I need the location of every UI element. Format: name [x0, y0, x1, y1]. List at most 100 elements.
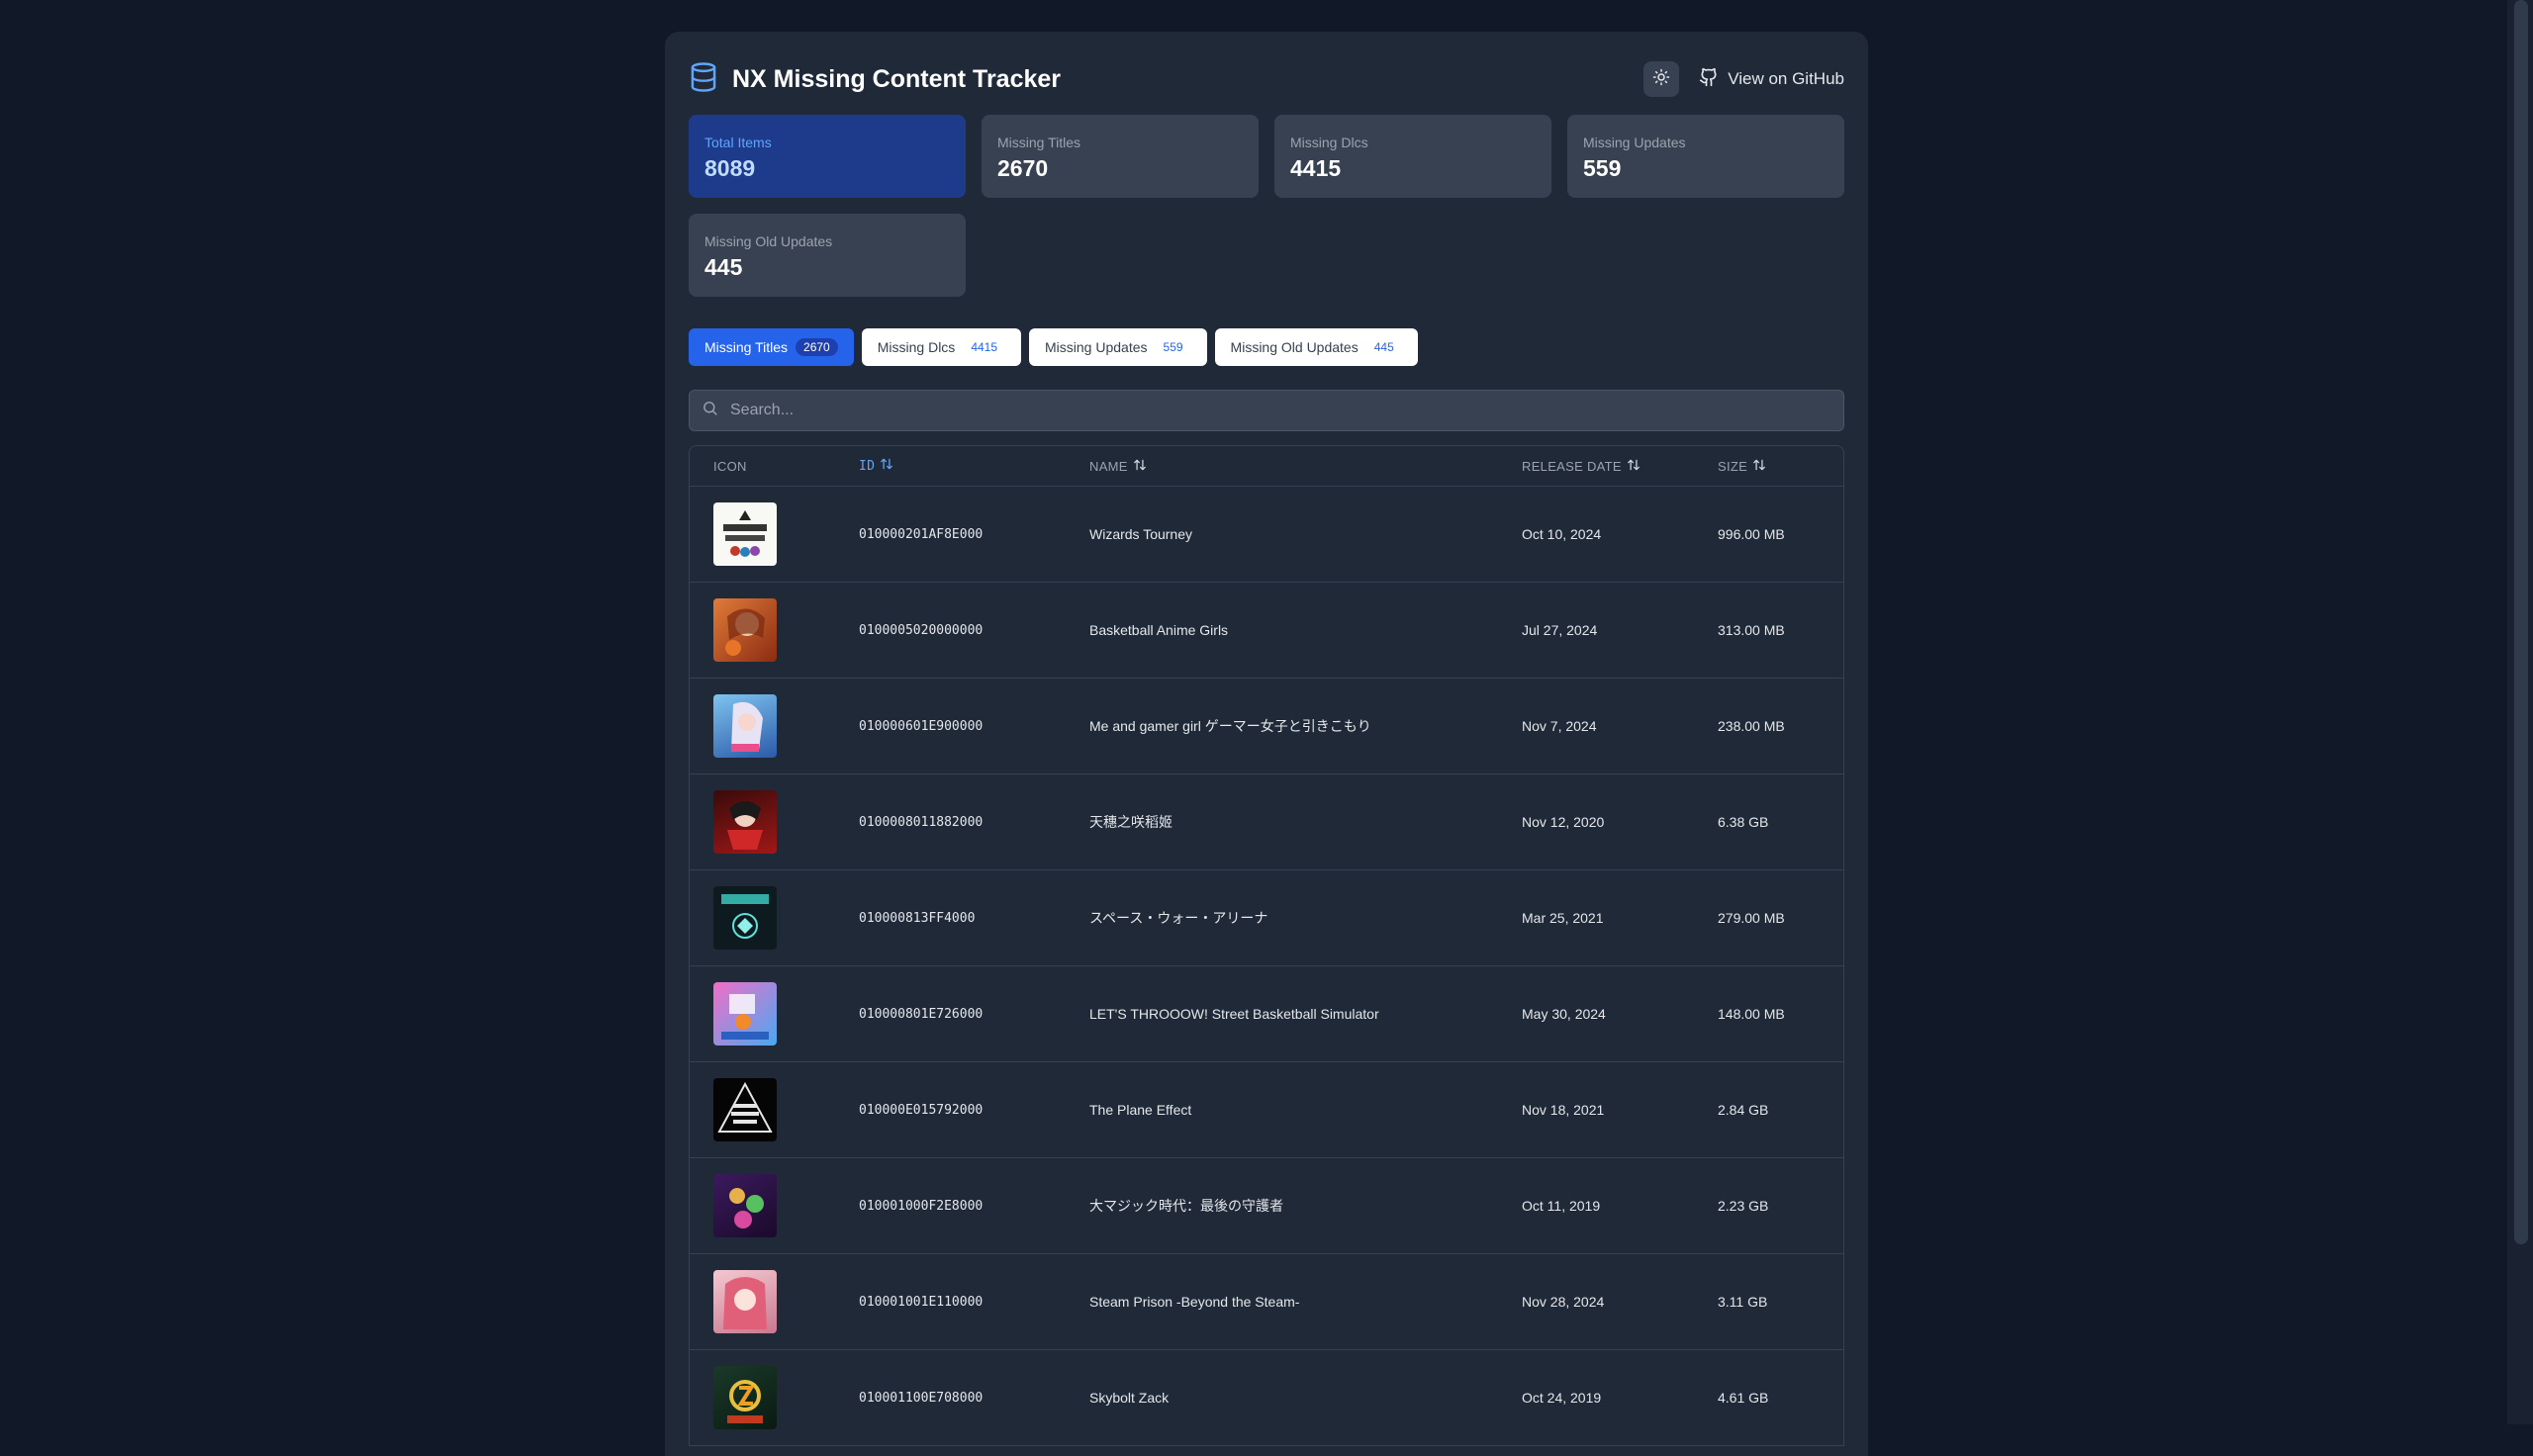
search-bar — [689, 390, 1844, 431]
release-date: Jul 27, 2024 — [1522, 622, 1598, 638]
icon-cell — [690, 1270, 835, 1333]
tab-missing-old-updates[interactable]: Missing Old Updates 445 — [1214, 328, 1418, 366]
title-id: 010000601E900000 — [859, 718, 984, 734]
table-row[interactable]: 010000201AF8E000 Wizards Tourney Oct 10,… — [690, 487, 1843, 583]
icon-cell — [690, 886, 835, 950]
column-label: ID — [859, 458, 876, 474]
title-id: 010000201AF8E000 — [859, 526, 984, 542]
main-panel: NX Missing Content Tracker View on GitHu… — [665, 32, 1868, 1456]
file-size: 3.11 GB — [1718, 1294, 1768, 1310]
count-badge: 4415 — [971, 340, 998, 354]
app-title: NX Missing Content Tracker — [732, 64, 1062, 93]
header-actions: View on GitHub — [1643, 61, 1844, 97]
tab-missing-titles[interactable]: Missing Titles 2670 — [689, 328, 854, 366]
release-date: May 30, 2024 — [1522, 1006, 1606, 1022]
sort-arrows-icon — [1627, 458, 1641, 475]
release-date: Oct 11, 2019 — [1522, 1198, 1601, 1214]
stat-card-missing-titles[interactable]: Missing Titles 2670 — [982, 115, 1259, 198]
stat-label: Total Items — [704, 135, 772, 150]
sort-arrows-icon — [1133, 458, 1147, 475]
table-row[interactable]: 010000E015792000 The Plane Effect Nov 18… — [690, 1062, 1843, 1158]
title-name: Basketball Anime Girls — [1089, 622, 1229, 638]
tab-label: Missing Updates — [1045, 339, 1148, 355]
stat-card-total-items[interactable]: Total Items 8089 — [689, 115, 966, 198]
file-size: 148.00 MB — [1718, 1006, 1785, 1022]
stat-label: Missing Old Updates — [704, 233, 833, 249]
file-size: 6.38 GB — [1718, 814, 1769, 830]
release-date: Oct 24, 2019 — [1522, 1390, 1602, 1406]
stat-value: 445 — [704, 254, 743, 280]
table-row[interactable]: 010001001E110000 Steam Prison -Beyond th… — [690, 1254, 1843, 1350]
table-row[interactable]: 010001100E708000 Skybolt Zack Oct 24, 20… — [690, 1350, 1843, 1446]
tab-label: Missing Old Updates — [1230, 339, 1359, 355]
column-label: Icon — [713, 458, 747, 474]
stat-card-missing-dlcs[interactable]: Missing Dlcs 4415 — [1274, 115, 1551, 198]
game-icon-wizards — [713, 502, 777, 566]
column-label: Name — [1089, 458, 1128, 474]
release-date: Nov 28, 2024 — [1522, 1294, 1605, 1310]
search-icon — [702, 400, 718, 421]
title-name: スペース・ウォー・アリーナ — [1089, 910, 1268, 926]
table-row[interactable]: 0100008011882000 天穗之咲稻姬 Nov 12, 2020 6.3… — [690, 774, 1843, 870]
search-input[interactable] — [728, 401, 1831, 420]
release-date: Mar 25, 2021 — [1522, 910, 1604, 926]
titles-table: Icon ID Name Release Date — [689, 445, 1844, 1446]
title-id: 010000E015792000 — [859, 1102, 984, 1118]
table-header: Icon ID Name Release Date — [690, 446, 1843, 487]
tab-missing-dlcs[interactable]: Missing Dlcs 4415 — [861, 328, 1022, 366]
column-header-name[interactable]: Name — [1066, 458, 1498, 475]
table-row[interactable]: 010000601E900000 Me and gamer girl ゲーマー女… — [690, 679, 1843, 774]
tab-label: Missing Titles — [704, 339, 789, 355]
title-id: 010001000F2E8000 — [859, 1198, 984, 1214]
icon-cell — [690, 502, 835, 566]
game-icon-the-plane-effect — [713, 1078, 777, 1141]
count-badge: 445 — [1373, 340, 1394, 354]
icon-cell — [690, 790, 835, 854]
table-row[interactable]: 010001000F2E8000 大マジック時代：最後の守護者 Oct 11, … — [690, 1158, 1843, 1254]
stat-label: Missing Updates — [1583, 135, 1686, 150]
category-tabs: Missing Titles 2670 Missing Dlcs 4415 Mi… — [689, 328, 1844, 366]
stat-card-missing-old-updates[interactable]: Missing Old Updates 445 — [689, 214, 966, 297]
game-icon-basketball-anime-girls — [713, 598, 777, 662]
file-size: 238.00 MB — [1718, 718, 1785, 734]
database-icon — [689, 61, 718, 98]
column-label: Release Date — [1522, 458, 1622, 474]
title-name: LET'S THROOOW! Street Basketball Simulat… — [1089, 1006, 1379, 1022]
table-row[interactable]: 010000801E726000 LET'S THROOOW! Street B… — [690, 966, 1843, 1062]
game-icon-skybolt-zack — [713, 1366, 777, 1429]
title-name: Me and gamer girl ゲーマー女子と引きこもり — [1089, 718, 1371, 734]
table-row[interactable]: 010000813FF4000 スペース・ウォー・アリーナ Mar 25, 20… — [690, 870, 1843, 966]
table-row[interactable]: 0100005020000000 Basketball Anime Girls … — [690, 583, 1843, 679]
stat-label: Missing Dlcs — [1290, 135, 1368, 150]
stat-card-missing-updates[interactable]: Missing Updates 559 — [1567, 115, 1844, 198]
file-size: 2.84 GB — [1718, 1102, 1769, 1118]
github-link[interactable]: View on GitHub — [1699, 66, 1844, 93]
release-date: Nov 18, 2021 — [1522, 1102, 1605, 1118]
release-date: Nov 7, 2024 — [1522, 718, 1597, 734]
title-id: 010001001E110000 — [859, 1294, 984, 1310]
game-icon-steam-prison — [713, 1270, 777, 1333]
file-size: 4.61 GB — [1718, 1390, 1769, 1406]
stat-value: 559 — [1583, 155, 1622, 181]
tab-missing-updates[interactable]: Missing Updates 559 — [1029, 328, 1207, 366]
column-header-release-date[interactable]: Release Date — [1498, 458, 1694, 475]
count-badge: 559 — [1163, 340, 1183, 354]
column-header-id[interactable]: ID — [835, 457, 1066, 475]
stat-value: 4415 — [1290, 155, 1342, 181]
theme-toggle-button[interactable] — [1643, 61, 1680, 97]
game-icon-space-war-arena — [713, 886, 777, 950]
file-size: 996.00 MB — [1718, 526, 1785, 542]
file-size: 279.00 MB — [1718, 910, 1785, 926]
release-date: Oct 10, 2024 — [1522, 526, 1602, 542]
title-id: 0100008011882000 — [859, 814, 984, 830]
title-name: Steam Prison -Beyond the Steam- — [1089, 1294, 1300, 1310]
count-badge: 2670 — [796, 338, 838, 356]
scrollbar-thumb[interactable] — [2514, 0, 2528, 1244]
title-name: Wizards Tourney — [1089, 526, 1193, 542]
icon-cell — [690, 598, 835, 662]
header: NX Missing Content Tracker View on GitHu… — [689, 53, 1844, 105]
title-id: 010000801E726000 — [859, 1006, 984, 1022]
column-header-size[interactable]: Size — [1694, 458, 1842, 475]
brand: NX Missing Content Tracker — [689, 61, 1061, 98]
title-name: 大マジック時代：最後の守護者 — [1089, 1198, 1283, 1214]
